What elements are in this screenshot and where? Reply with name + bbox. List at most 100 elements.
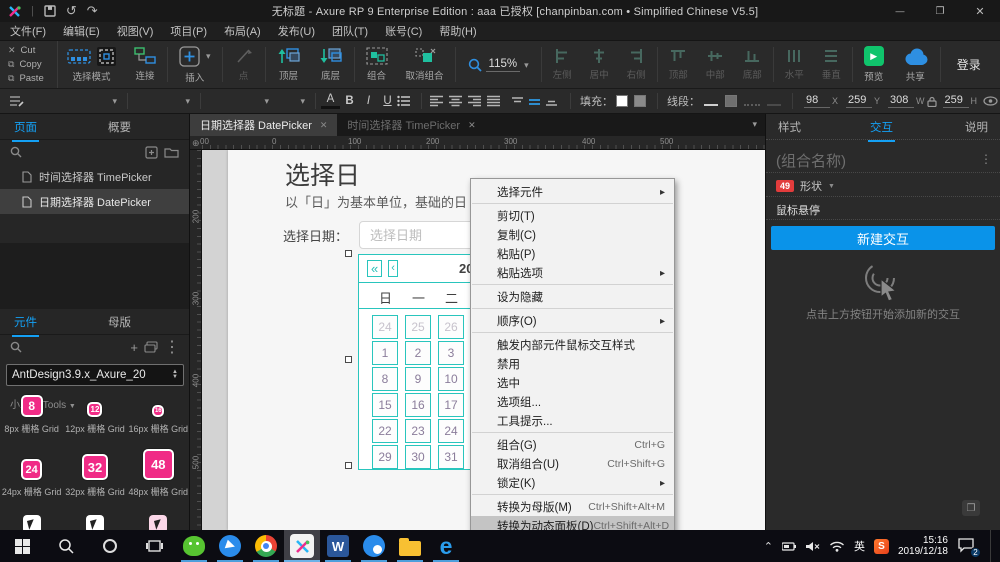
menu-item-group[interactable]: 组合(G) Ctrl+G — [471, 435, 674, 454]
login-button[interactable]: 登录 — [943, 41, 995, 88]
search-icon[interactable] — [10, 146, 22, 158]
insert-button[interactable]: 插入 — [170, 41, 220, 88]
text-align-left-icon[interactable] — [429, 95, 444, 107]
selection-handle[interactable] — [345, 356, 352, 363]
calendar-cell[interactable]: 24 — [372, 315, 398, 339]
menu-item-select-widget[interactable]: 选择元件 — [471, 182, 674, 201]
calendar-cell[interactable]: 10 — [438, 367, 464, 391]
calendar-cell[interactable]: 9 — [405, 367, 431, 391]
group-options-icon[interactable] — [980, 152, 992, 166]
menu-file[interactable]: 文件(F) — [10, 23, 46, 39]
library-select[interactable]: AntDesign3.9.x_Axure_20 ▲ ▼ — [6, 364, 184, 386]
tab-list-caret-icon[interactable] — [752, 118, 757, 130]
menu-account[interactable]: 账号(C) — [385, 23, 422, 39]
tab-close-icon[interactable] — [468, 119, 476, 131]
line-color-swatch[interactable] — [704, 96, 718, 106]
text-align-center-icon[interactable] — [448, 95, 463, 107]
taskbar-app-word[interactable]: W — [320, 530, 356, 562]
calendar-cell[interactable]: 3 — [438, 341, 464, 365]
selection-handle[interactable] — [345, 250, 352, 257]
widget-item-partial[interactable] — [64, 515, 126, 530]
ungroup-button[interactable]: 取消组合 — [397, 41, 453, 88]
group-button[interactable]: 组合 — [357, 41, 397, 88]
tab-notes[interactable]: 说明 — [965, 119, 988, 135]
volume-muted-icon[interactable] — [805, 541, 820, 552]
font-color-button[interactable]: A — [321, 93, 340, 109]
font-weight-select[interactable] — [206, 91, 274, 111]
menu-item-paste-options[interactable]: 粘贴选项 — [471, 263, 674, 282]
tab-pages[interactable]: 页面 — [12, 119, 39, 142]
calendar-cell[interactable]: 26 — [438, 315, 464, 339]
connect-button[interactable]: 连接 — [125, 41, 165, 88]
font-size-select[interactable] — [274, 91, 310, 111]
tab-style[interactable]: 样式 — [778, 119, 801, 135]
taskbar-search-button[interactable] — [44, 530, 88, 562]
selection-handle[interactable] — [345, 462, 352, 469]
tray-expand-icon[interactable]: ⌃ — [764, 540, 773, 553]
page-item-timepicker[interactable]: 时间选择器 TimePicker — [0, 164, 189, 189]
calendar-cell[interactable]: 8 — [372, 367, 398, 391]
widget-item-partial[interactable] — [1, 515, 63, 530]
visibility-eye-icon[interactable] — [983, 96, 998, 106]
add-page-icon[interactable] — [145, 145, 158, 159]
menu-item-set-hidden[interactable]: 设为隐藏 — [471, 287, 674, 306]
menu-item-selected[interactable]: 选中 — [471, 373, 674, 392]
tab-outline[interactable]: 概要 — [108, 119, 131, 135]
show-desktop-strip[interactable] — [990, 530, 994, 562]
style-menu-icon[interactable] — [8, 94, 24, 108]
send-to-back-button[interactable]: 底层 — [310, 41, 352, 88]
canvas-tab-timepicker[interactable]: 时间选择器 TimePicker — [337, 114, 485, 136]
action-center-button[interactable]: 2 — [957, 537, 981, 558]
bullet-list-button[interactable] — [397, 95, 416, 107]
prev-year-icon[interactable]: « — [367, 260, 383, 277]
cortana-button[interactable] — [88, 530, 132, 562]
menu-item-lock[interactable]: 锁定(K) — [471, 473, 674, 492]
calendar-cell[interactable]: 29 — [372, 445, 398, 469]
share-button[interactable]: 共享 — [893, 41, 938, 88]
menu-item-trigger-inner-styles[interactable]: 触发内部元件鼠标交互样式 — [471, 335, 674, 354]
taskbar-app-bluecircle[interactable] — [356, 530, 392, 562]
vertical-align-top-icon[interactable] — [511, 96, 524, 107]
more-options-icon[interactable]: ⋮ — [164, 337, 180, 357]
menu-item-convert-to-master[interactable]: 转换为母版(M) Ctrl+Shift+Alt+M — [471, 497, 674, 516]
calendar-cell[interactable]: 23 — [405, 419, 431, 443]
zoom-value[interactable]: 115% — [485, 58, 521, 72]
menu-edit[interactable]: 编辑(E) — [63, 23, 100, 39]
menu-arrange[interactable]: 布局(A) — [224, 23, 261, 39]
sogou-input-icon[interactable]: S — [873, 538, 889, 554]
ruler-origin-icon[interactable] — [192, 138, 200, 149]
shape-count-row[interactable]: 49 形状 ▼ — [776, 178, 835, 194]
widget-item-grid16[interactable]: 16 16px 栅格 Grid — [127, 405, 189, 435]
vertical-align-middle-icon[interactable] — [528, 96, 541, 107]
tab-masters[interactable]: 母版 — [108, 314, 131, 330]
tab-close-icon[interactable] — [320, 119, 328, 131]
menu-item-tooltip[interactable]: 工具提示... — [471, 411, 674, 430]
taskbar-app-browser[interactable] — [212, 530, 248, 562]
calendar-cell[interactable]: 30 — [405, 445, 431, 469]
task-view-button[interactable] — [132, 530, 176, 562]
save-icon[interactable] — [44, 5, 56, 17]
redo-icon[interactable] — [87, 3, 98, 19]
trigger-mouseover-row[interactable]: 鼠标悬停 — [776, 202, 820, 218]
menu-team[interactable]: 团队(T) — [332, 23, 368, 39]
add-folder-icon[interactable] — [164, 146, 179, 158]
battery-icon[interactable] — [781, 541, 796, 551]
taskbar-app-wechat[interactable] — [176, 530, 212, 562]
cut-button[interactable]: Cut — [8, 45, 57, 56]
menu-item-copy[interactable]: 复制(C) — [471, 225, 674, 244]
y-position-field[interactable]: 259 — [846, 94, 873, 108]
preview-button[interactable]: ▶ 预览 — [855, 41, 893, 88]
new-interaction-button[interactable]: 新建交互 — [771, 226, 995, 250]
taskbar-app-edge[interactable]: e — [428, 530, 464, 562]
menu-item-disable[interactable]: 禁用 — [471, 354, 674, 373]
fill-shadow-swatch[interactable] — [634, 95, 646, 107]
taskbar-app-axure[interactable] — [284, 530, 320, 562]
taskbar-app-chrome[interactable] — [248, 530, 284, 562]
calendar-cell[interactable]: 31 — [438, 445, 464, 469]
typeface-select[interactable] — [24, 91, 122, 111]
bold-button[interactable]: B — [340, 95, 359, 107]
text-align-justify-icon[interactable] — [486, 95, 501, 107]
group-name-field[interactable]: (组合名称) — [776, 150, 846, 171]
menu-publish[interactable]: 发布(U) — [278, 23, 315, 39]
search-icon[interactable] — [10, 341, 22, 353]
